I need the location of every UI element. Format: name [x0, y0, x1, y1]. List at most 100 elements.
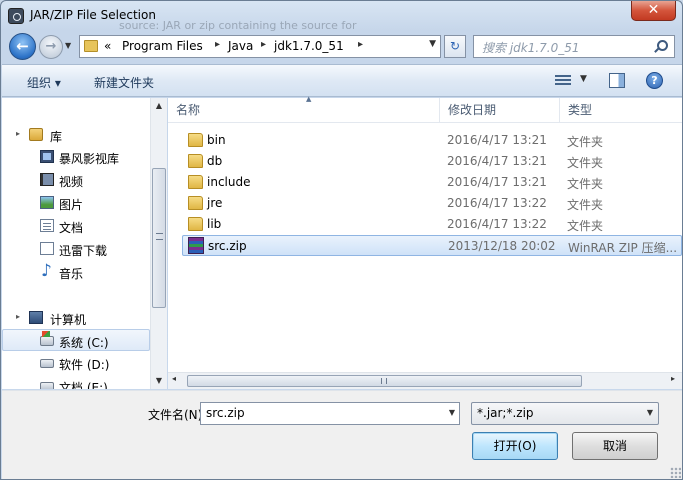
folder-icon [188, 133, 203, 147]
sidebar-item-software-drive[interactable]: 软件 (D:) [2, 352, 150, 374]
file-name: lib [207, 217, 222, 231]
folder-icon [84, 40, 98, 52]
breadcrumb-separator-icon[interactable]: ▸ [215, 39, 220, 50]
file-date: 2016/4/17 13:22 [447, 217, 547, 231]
navigation-row: ← → ▼ « Program Files ▸ Java ▸ jdk1.7.0_… [1, 31, 682, 63]
column-date[interactable]: 修改日期 [440, 98, 560, 123]
system-drive-icon [40, 331, 54, 346]
title-bar[interactable]: JAR/ZIP File Selection source: JAR or zi… [1, 1, 682, 32]
sidebar-item-system-drive[interactable]: 系统 (C:) [2, 329, 150, 351]
preview-pane-icon[interactable] [609, 73, 625, 88]
sidebar-item-documents-drive[interactable]: 文档 (E:) [2, 375, 150, 389]
sidebar-item-documents[interactable]: 文档 [2, 215, 150, 237]
horizontal-scrollbar[interactable]: ◂ ▸ [168, 372, 682, 389]
scroll-thumb[interactable] [152, 168, 166, 308]
breadcrumb-overflow[interactable]: « [104, 39, 111, 53]
command-bar: 组织 ▾ 新建文件夹 ▼ ? [2, 64, 682, 97]
organize-menu[interactable]: 组织 ▾ [27, 74, 61, 91]
drive-icon [40, 382, 54, 389]
sidebar-item-downloads[interactable]: 迅雷下载 [2, 238, 150, 260]
column-type[interactable]: 类型 [560, 98, 682, 123]
sidebar-item-label: 系统 (C:) [59, 336, 109, 350]
file-date: 2016/4/17 13:21 [447, 133, 547, 147]
file-row-jre[interactable]: jre 2016/4/17 13:22 文件夹 [182, 193, 682, 214]
download-icon [40, 242, 54, 255]
sidebar-item-video-library[interactable]: 暴风影视库 [2, 146, 150, 168]
music-icon [40, 261, 54, 281]
scroll-down-icon[interactable]: ▼ [151, 373, 167, 389]
grip-icon [381, 378, 387, 384]
file-row-include[interactable]: include 2016/4/17 13:21 文件夹 [182, 172, 682, 193]
new-folder-button[interactable]: 新建文件夹 [94, 74, 154, 91]
file-type: WinRAR ZIP 压缩... [568, 241, 678, 255]
scroll-up-icon[interactable]: ▲ [151, 98, 167, 114]
file-row-bin[interactable]: bin 2016/4/17 13:21 文件夹 [182, 130, 682, 151]
file-type-filter[interactable]: *.jar;*.zip ▼ [471, 402, 659, 425]
sidebar-item-label: 音乐 [59, 267, 84, 281]
sidebar-item-library[interactable]: ▸ 库 [2, 124, 150, 146]
file-date: 2016/4/17 13:22 [447, 196, 547, 210]
folder-icon [188, 154, 203, 168]
scroll-right-icon[interactable]: ▸ [671, 374, 675, 383]
scroll-left-icon[interactable]: ◂ [172, 374, 176, 383]
file-row-lib[interactable]: lib 2016/4/17 13:22 文件夹 [182, 214, 682, 235]
expand-icon[interactable]: ▸ [16, 130, 23, 138]
sidebar-item-music[interactable]: 音乐 [2, 261, 150, 283]
sidebar-scrollbar[interactable]: ▲ ▼ [150, 98, 167, 389]
expand-icon[interactable]: ▸ [16, 313, 23, 321]
file-row-db[interactable]: db 2016/4/17 13:21 文件夹 [182, 151, 682, 172]
view-list-icon[interactable] [555, 74, 571, 87]
file-row-src-zip[interactable]: src.zip 2013/12/18 20:02 WinRAR ZIP 压缩..… [182, 235, 682, 256]
sidebar-item-label: 迅雷下载 [59, 244, 108, 258]
refresh-button[interactable]: ↻ [444, 35, 466, 58]
breadcrumb-program-files[interactable]: Program Files [122, 39, 203, 53]
scroll-thumb[interactable] [187, 375, 582, 387]
close-button[interactable]: ✕ [631, 1, 676, 21]
help-icon[interactable]: ? [646, 72, 663, 89]
file-list: 名称 修改日期 类型 ▲ bin 2016/4/17 13:21 文件夹 db … [168, 95, 682, 389]
sidebar-item-label: 软件 (D:) [59, 358, 110, 372]
sidebar-item-videos[interactable]: 视频 [2, 169, 150, 191]
view-dropdown-icon[interactable]: ▼ [580, 74, 587, 84]
film-icon [40, 173, 54, 186]
sidebar-item-label: 视频 [59, 175, 84, 189]
breadcrumb-separator-icon[interactable]: ▸ [261, 39, 266, 50]
filename-dropdown-icon[interactable]: ▼ [449, 408, 455, 417]
file-name: include [207, 175, 251, 189]
sidebar-item-label: 库 [50, 130, 63, 144]
breadcrumb-separator-icon[interactable]: ▸ [358, 39, 363, 50]
filename-value[interactable]: src.zip [206, 406, 245, 420]
search-icon[interactable] [657, 40, 668, 51]
file-dialog-window: JAR/ZIP File Selection source: JAR or zi… [0, 0, 683, 480]
open-button[interactable]: 打开(O) [472, 432, 558, 460]
address-bar[interactable]: « Program Files ▸ Java ▸ jdk1.7.0_51 ▸ ▼ [79, 35, 441, 58]
cancel-button[interactable]: 取消 [572, 432, 658, 460]
file-date: 2013/12/18 20:02 [448, 239, 556, 253]
history-dropdown-icon[interactable]: ▼ [65, 39, 77, 53]
sidebar-item-label: 图片 [59, 198, 84, 212]
breadcrumb-jdk[interactable]: jdk1.7.0_51 [274, 39, 344, 53]
resize-grip-icon[interactable] [670, 467, 681, 478]
forward-button[interactable]: → [39, 35, 63, 59]
file-type: 文件夹 [567, 156, 604, 170]
sidebar-item-computer[interactable]: ▸ 计算机 [2, 307, 150, 329]
sidebar-item-label: 暴风影视库 [59, 152, 120, 166]
file-type: 文件夹 [567, 198, 604, 212]
picture-icon [40, 196, 54, 209]
search-placeholder: 搜索 jdk1.7.0_51 [482, 41, 580, 55]
sidebar-item-label: 计算机 [50, 313, 87, 327]
file-name: src.zip [208, 239, 247, 253]
filter-dropdown-icon[interactable]: ▼ [647, 408, 653, 417]
sidebar-item-pictures[interactable]: 图片 [2, 192, 150, 214]
video-library-icon [40, 150, 54, 163]
search-input[interactable]: 搜索 jdk1.7.0_51 [473, 35, 675, 58]
computer-icon [29, 311, 43, 324]
folder-icon [188, 175, 203, 189]
back-button[interactable]: ← [9, 33, 36, 60]
address-dropdown-icon[interactable]: ▼ [429, 39, 436, 49]
filename-input[interactable]: src.zip ▼ [200, 402, 460, 425]
winrar-zip-icon [188, 237, 204, 254]
breadcrumb-java[interactable]: Java [228, 39, 253, 53]
sidebar-item-label: 文档 (E:) [59, 381, 108, 389]
column-name[interactable]: 名称 [168, 98, 440, 123]
